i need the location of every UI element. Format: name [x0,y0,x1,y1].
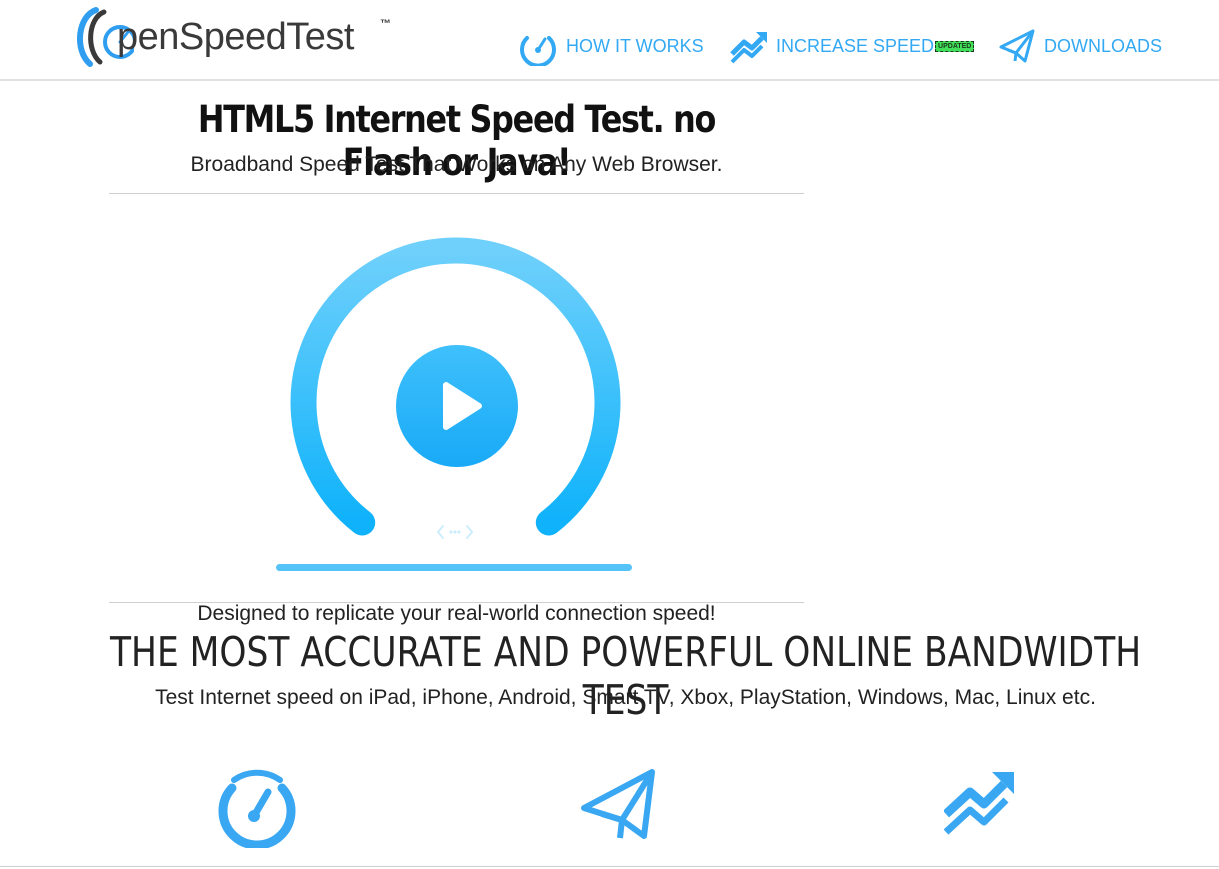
nav-how-it-works-label: HOW IT WORKS [566,35,704,56]
nav-downloads-label: DOWNLOADS [1044,35,1163,56]
speedometer-icon [218,769,296,850]
feature-increase-speed[interactable] [942,770,1016,841]
nav-increase-speed-label: INCREASE SPEED [776,35,935,56]
paper-plane-icon [999,29,1035,63]
tagline: Designed to replicate your real-world co… [197,602,716,625]
speedometer-icon [520,36,556,66]
feature-paper-plane[interactable] [580,768,658,847]
footer-divider [0,866,1219,867]
trending-up-arrow-icon [730,32,767,64]
divider [109,193,804,194]
connection-arrows-icon [436,525,474,539]
updated-badge: UPDATED [935,40,975,52]
logo-trademark: ™ [380,18,391,30]
feature-speedometer[interactable] [216,768,298,853]
start-button[interactable] [396,345,518,467]
site-header: penSpeedTest ™ HOW IT WORKS INCREASE SPE… [0,0,1219,81]
trending-up-arrow-icon [942,772,1014,835]
hero-subtitle: Broadband Speed Test That Works on Any W… [190,153,723,176]
logo-text: penSpeedTest [117,16,354,58]
nav-downloads[interactable]: DOWNLOADS [998,26,1162,66]
play-icon [443,382,482,430]
site-logo[interactable]: penSpeedTest ™ [74,2,404,72]
progress-bar [276,564,632,571]
paper-plane-icon [581,769,655,839]
devices-text: Test Internet speed on iPad, iPhone, And… [155,686,1096,709]
speed-gauge [270,225,640,585]
nav-increase-speed[interactable]: INCREASE SPEED UPDATED [730,26,975,66]
nav-how-it-works[interactable]: HOW IT WORKS [518,26,704,66]
